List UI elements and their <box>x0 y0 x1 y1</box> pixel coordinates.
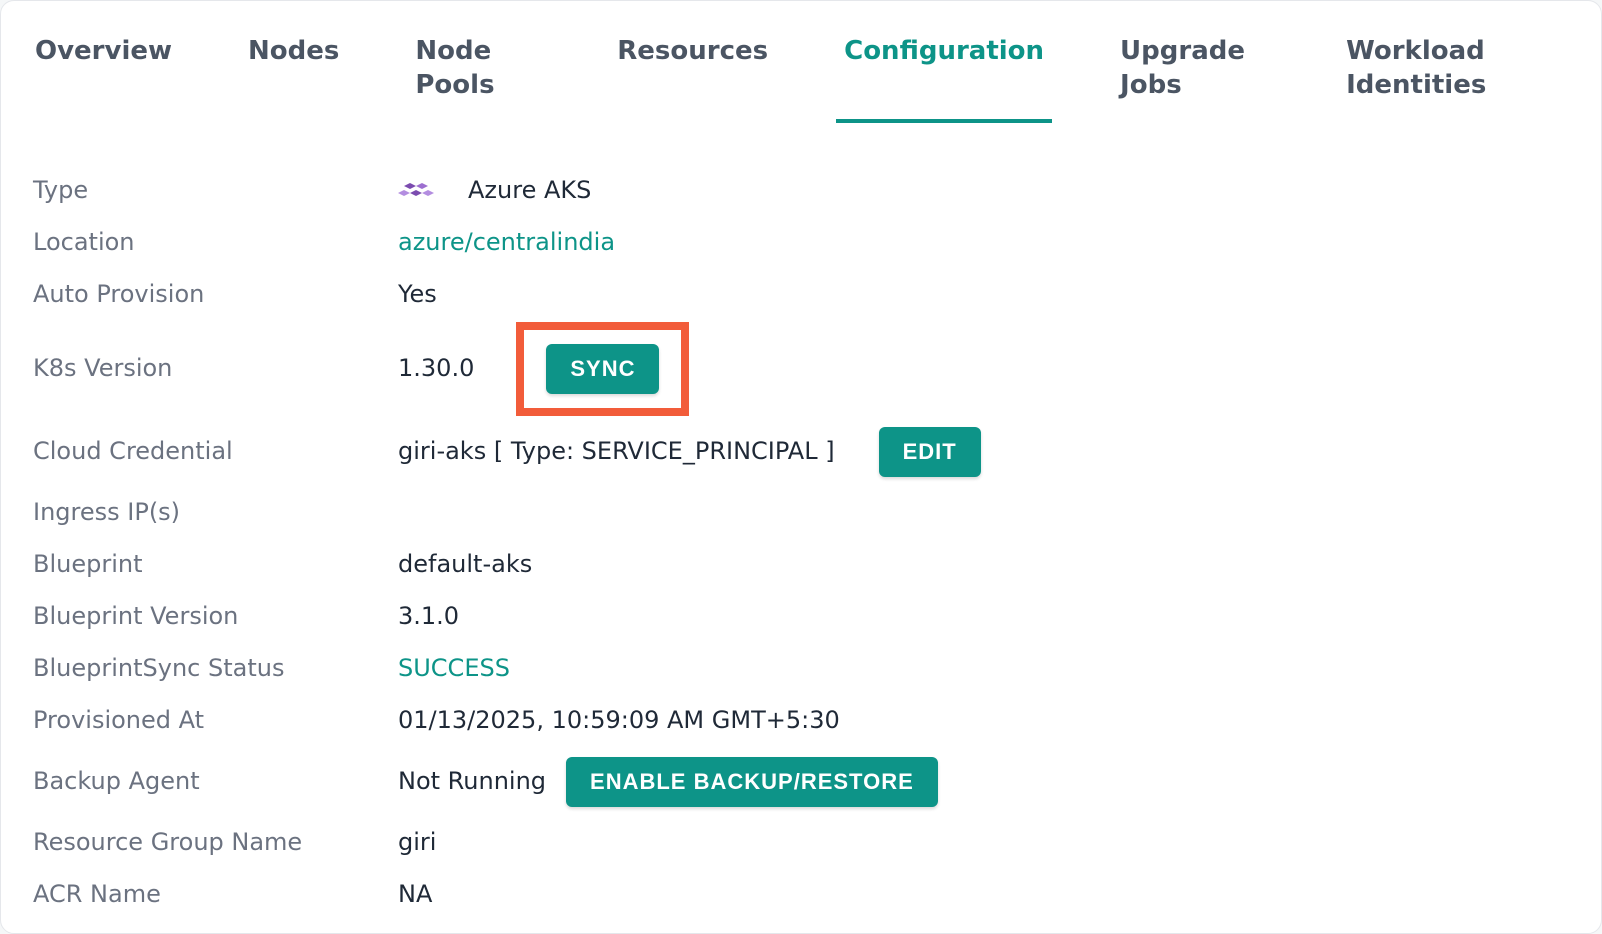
value-type-text: Azure AKS <box>468 175 591 206</box>
tab-nodes[interactable]: Nodes <box>246 29 341 121</box>
row-resource-group: Resource Group Name giri <box>33 817 1569 869</box>
value-cloud-credential: giri-aks [ Type: SERVICE_PRINCIPAL ] EDI… <box>398 427 981 477</box>
value-backup-agent: Not Running ENABLE BACKUP/RESTORE <box>398 757 938 807</box>
label-resource-group: Resource Group Name <box>33 827 398 858</box>
row-acr-name: ACR Name NA <box>33 869 1569 921</box>
value-location[interactable]: azure/centralindia <box>398 227 615 258</box>
value-cloud-credential-text: giri-aks [ Type: SERVICE_PRINCIPAL ] <box>398 436 835 467</box>
tab-resources[interactable]: Resources <box>615 29 770 121</box>
value-bp-sync-status: SUCCESS <box>398 653 510 684</box>
row-k8s-version: K8s Version 1.30.0 SYNC <box>33 321 1569 417</box>
value-acr-name: NA <box>398 879 432 910</box>
label-acr-name: ACR Name <box>33 879 398 910</box>
row-location: Location azure/centralindia <box>33 217 1569 269</box>
label-blueprint-version: Blueprint Version <box>33 601 398 632</box>
row-provisioned-at: Provisioned At 01/13/2025, 10:59:09 AM G… <box>33 695 1569 747</box>
label-backup-agent: Backup Agent <box>33 766 398 797</box>
tab-workload-identities[interactable]: Workload Identities <box>1344 29 1569 121</box>
value-auto-provision: Yes <box>398 279 437 310</box>
row-bp-sync-status: BlueprintSync Status SUCCESS <box>33 643 1569 695</box>
value-blueprint-version: 3.1.0 <box>398 601 459 632</box>
tab-upgrade-jobs[interactable]: Upgrade Jobs <box>1118 29 1272 121</box>
azure-aks-icon <box>398 178 434 204</box>
row-auto-provision: Auto Provision Yes <box>33 269 1569 321</box>
value-backup-agent-text: Not Running <box>398 766 546 797</box>
value-provisioned-at: 01/13/2025, 10:59:09 AM GMT+5:30 <box>398 705 840 736</box>
label-provisioned-at: Provisioned At <box>33 705 398 736</box>
label-location: Location <box>33 227 398 258</box>
label-bp-sync-status: BlueprintSync Status <box>33 653 398 684</box>
sync-highlight-box: SYNC <box>516 322 689 416</box>
value-blueprint: default-aks <box>398 549 532 580</box>
tabs: Overview Nodes Node Pools Resources Conf… <box>1 29 1601 131</box>
config-card: Overview Nodes Node Pools Resources Conf… <box>0 0 1602 934</box>
label-auto-provision: Auto Provision <box>33 279 398 310</box>
label-blueprint: Blueprint <box>33 549 398 580</box>
config-content: Type Azure AKS Location azure/centralind… <box>1 131 1601 921</box>
row-blueprint-version: Blueprint Version 3.1.0 <box>33 591 1569 643</box>
label-k8s-version: K8s Version <box>33 353 398 384</box>
enable-backup-button[interactable]: ENABLE BACKUP/RESTORE <box>566 757 938 807</box>
tab-node-pools[interactable]: Node Pools <box>413 29 543 121</box>
value-type: Azure AKS <box>398 175 591 206</box>
label-type: Type <box>33 175 398 206</box>
edit-button[interactable]: EDIT <box>879 427 981 477</box>
value-resource-group: giri <box>398 827 436 858</box>
row-blueprint: Blueprint default-aks <box>33 539 1569 591</box>
row-backup-agent: Backup Agent Not Running ENABLE BACKUP/R… <box>33 747 1569 817</box>
value-k8s-version-text: 1.30.0 <box>398 353 474 384</box>
label-ingress-ips: Ingress IP(s) <box>33 497 398 528</box>
sync-button[interactable]: SYNC <box>546 344 659 394</box>
row-cloud-credential: Cloud Credential giri-aks [ Type: SERVIC… <box>33 417 1569 487</box>
label-cloud-credential: Cloud Credential <box>33 436 398 467</box>
row-ingress-ips: Ingress IP(s) <box>33 487 1569 539</box>
row-type: Type Azure AKS <box>33 165 1569 217</box>
value-k8s-version: 1.30.0 SYNC <box>398 322 689 416</box>
tab-configuration[interactable]: Configuration <box>842 29 1046 121</box>
tab-overview[interactable]: Overview <box>33 29 174 121</box>
